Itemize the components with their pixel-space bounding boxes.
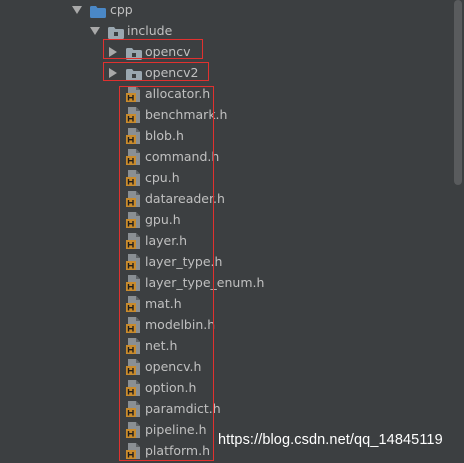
highlight-box-opencv: [103, 39, 203, 59]
project-tree: cpp include opencv opencv2 allocator.h b…: [0, 0, 452, 463]
tree-node-file[interactable]: allocator.h: [0, 84, 452, 105]
tree-node-label: cpp: [110, 2, 133, 17]
tree-node-file[interactable]: blob.h: [0, 126, 452, 147]
tree-node-file[interactable]: modelbin.h: [0, 315, 452, 336]
tree-node-opencv2[interactable]: opencv2: [0, 63, 452, 84]
tree-node-file[interactable]: command.h: [0, 147, 452, 168]
tree-node-file[interactable]: net.h: [0, 336, 452, 357]
expand-arrow-down-icon[interactable]: [90, 27, 100, 35]
tree-node-include[interactable]: include: [0, 21, 452, 42]
tree-node-file[interactable]: benchmark.h: [0, 105, 452, 126]
tree-node-cpp[interactable]: cpp: [0, 0, 452, 21]
tree-node-file[interactable]: datareader.h: [0, 189, 452, 210]
tree-node-file[interactable]: paramdict.h: [0, 399, 452, 420]
tree-node-file[interactable]: option.h: [0, 378, 452, 399]
package-folder-icon: [108, 24, 124, 39]
tree-node-file[interactable]: gpu.h: [0, 210, 452, 231]
watermark: https://blog.csdn.net/qq_14845119: [218, 432, 443, 448]
tree-node-file[interactable]: mat.h: [0, 294, 452, 315]
tree-node-opencv[interactable]: opencv: [0, 42, 452, 63]
folder-icon: [90, 3, 106, 18]
expand-arrow-down-icon[interactable]: [72, 6, 82, 14]
tree-node-file[interactable]: layer.h: [0, 231, 452, 252]
scrollbar-thumb[interactable]: [454, 0, 462, 185]
tree-node-file[interactable]: layer_type.h: [0, 252, 452, 273]
tree-node-label: include: [127, 23, 173, 38]
highlight-box-opencv2: [103, 62, 209, 81]
tree-node-file[interactable]: layer_type_enum.h: [0, 273, 452, 294]
tree-node-file[interactable]: cpu.h: [0, 168, 452, 189]
tree-node-file[interactable]: opencv.h: [0, 357, 452, 378]
highlight-box-files: [119, 86, 214, 461]
